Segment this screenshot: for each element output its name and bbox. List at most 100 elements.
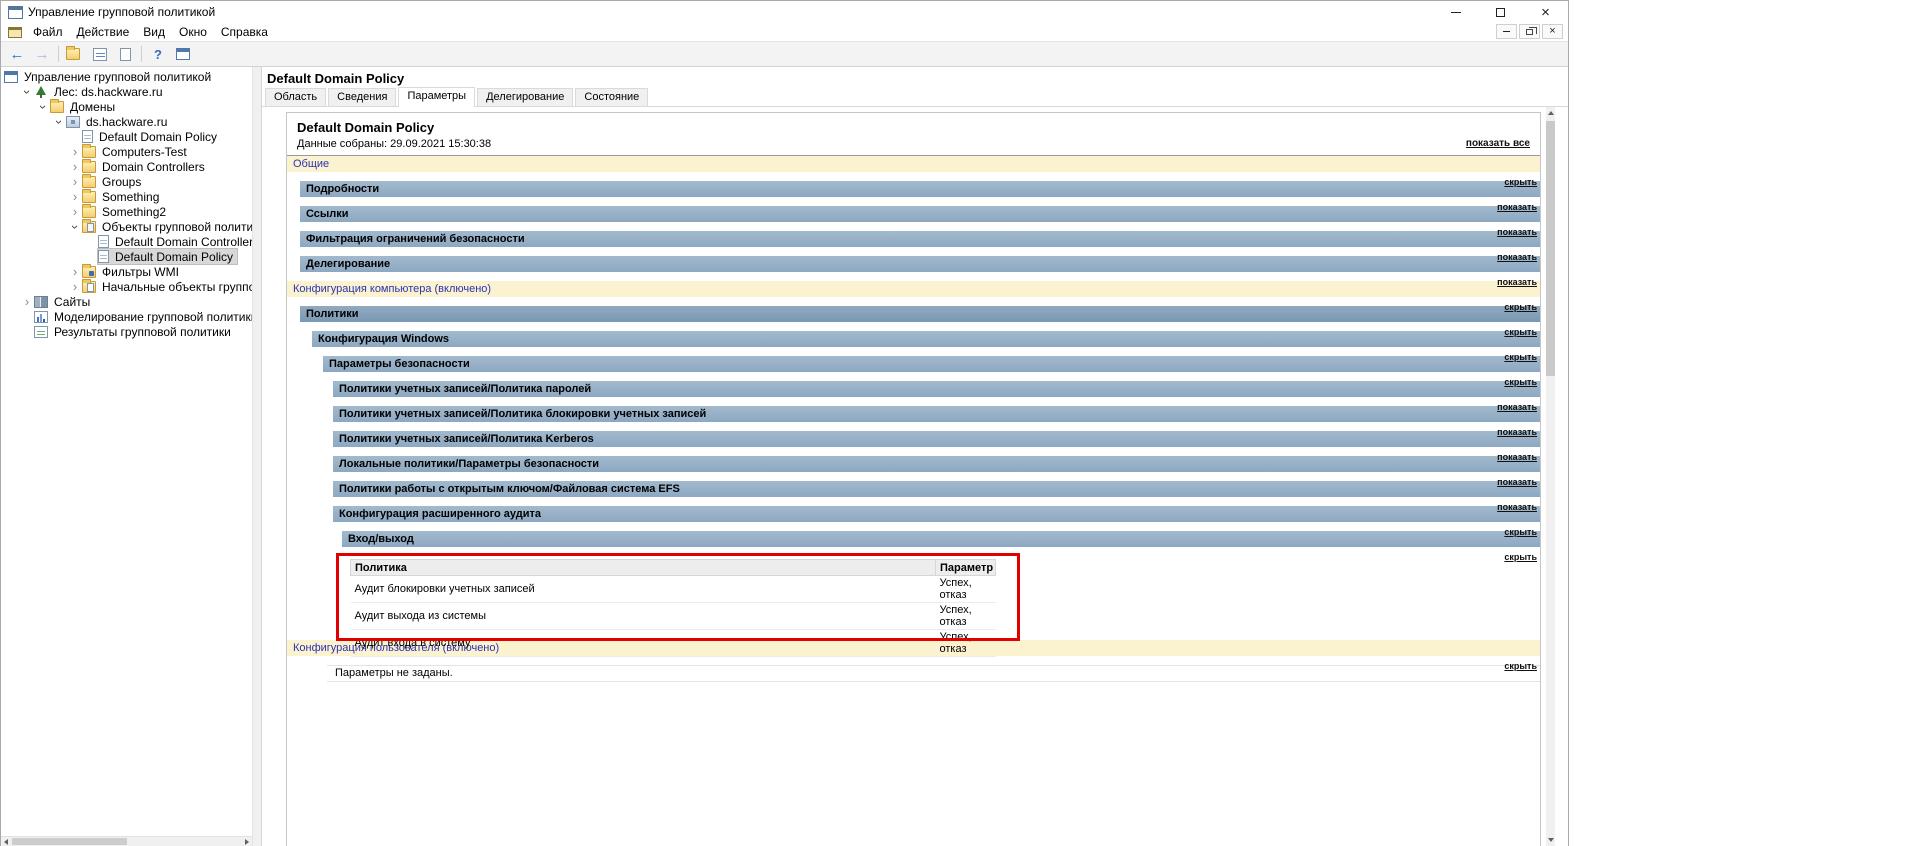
- chevron-collapsed-icon[interactable]: [68, 190, 82, 204]
- child-minimize-button[interactable]: [1496, 24, 1517, 39]
- minimize-button[interactable]: [1433, 1, 1478, 23]
- tree-item-starter-gpos[interactable]: Начальные объекты групповой поли: [1, 279, 252, 294]
- toggle-link[interactable]: скрыть: [1504, 177, 1537, 187]
- menu-item-window[interactable]: Окно: [172, 23, 214, 41]
- tree-item-results[interactable]: Результаты групповой политики: [1, 324, 252, 339]
- chevron-expanded-icon[interactable]: [52, 115, 66, 129]
- tree-horizontal-scrollbar[interactable]: [1, 836, 252, 846]
- tree-item-ou[interactable]: Something: [1, 189, 252, 204]
- show-all-link[interactable]: показать все: [1466, 137, 1530, 151]
- tree-item-label[interactable]: Моделирование групповой политики: [52, 310, 252, 324]
- tree-item-wmi-filters[interactable]: Фильтры WMI: [1, 264, 252, 279]
- tree-item-label[interactable]: Something2: [100, 205, 168, 219]
- tree-item-ou[interactable]: Something2: [1, 204, 252, 219]
- tree-item-gpo-container[interactable]: Объекты групповой политики: [1, 219, 252, 234]
- tree-item-label[interactable]: Computers-Test: [100, 145, 189, 159]
- tree-item-root[interactable]: Управление групповой политикой: [1, 69, 252, 84]
- tree-item-label[interactable]: Default Domain Policy: [113, 250, 235, 264]
- tree-item-forest[interactable]: Лес: ds.hackware.ru: [1, 84, 252, 99]
- scroll-left-icon[interactable]: [1, 837, 11, 846]
- scrollbar-thumb[interactable]: [1546, 121, 1555, 376]
- child-restore-button[interactable]: [1519, 24, 1540, 39]
- toggle-link[interactable]: скрыть: [1504, 527, 1537, 537]
- tree-item-modeling[interactable]: Моделирование групповой политики: [1, 309, 252, 324]
- tab-settings[interactable]: Параметры: [398, 87, 475, 106]
- tree-item-label[interactable]: Результаты групповой политики: [52, 325, 233, 339]
- tree-item-ou[interactable]: Domain Controllers: [1, 159, 252, 174]
- toggle-link[interactable]: показать: [1497, 277, 1537, 287]
- report-vertical-scrollbar[interactable]: [1546, 107, 1555, 846]
- tree-item-label[interactable]: Фильтры WMI: [100, 265, 181, 279]
- section-local-policies: Локальные политики/Параметры безопасност…: [333, 456, 1540, 472]
- menu-item-help[interactable]: Справка: [214, 23, 275, 41]
- document-icon[interactable]: [116, 45, 134, 63]
- back-icon[interactable]: [8, 45, 26, 63]
- toggle-link[interactable]: скрыть: [1504, 327, 1537, 337]
- chevron-collapsed-icon[interactable]: [68, 265, 82, 279]
- menu-item-file[interactable]: Файл: [26, 23, 70, 41]
- tab-scope[interactable]: Область: [265, 88, 326, 106]
- chevron-collapsed-icon[interactable]: [68, 145, 82, 159]
- toggle-link[interactable]: показать: [1497, 427, 1537, 437]
- menu-item-action[interactable]: Действие: [70, 23, 137, 41]
- chevron-collapsed-icon[interactable]: [68, 280, 82, 294]
- tree-item-label[interactable]: Groups: [100, 175, 143, 189]
- tree-item-label[interactable]: Сайты: [52, 295, 92, 309]
- chevron-expanded-icon[interactable]: [20, 85, 34, 99]
- tree-item-label[interactable]: Default Domain Controllers Policy: [113, 235, 252, 249]
- tree-item-label[interactable]: Something: [100, 190, 161, 204]
- forward-icon[interactable]: [33, 45, 51, 63]
- child-close-button[interactable]: ×: [1542, 24, 1563, 39]
- tree-item-domain[interactable]: ds.hackware.ru: [1, 114, 252, 129]
- toggle-link[interactable]: показать: [1497, 502, 1537, 512]
- chevron-expanded-icon[interactable]: [36, 100, 50, 114]
- toggle-link[interactable]: скрыть: [1504, 661, 1537, 671]
- toggle-link[interactable]: скрыть: [1504, 302, 1537, 312]
- chevron-collapsed-icon[interactable]: [68, 205, 82, 219]
- tree-item-label[interactable]: Объекты групповой политики: [100, 220, 252, 234]
- close-button[interactable]: ×: [1523, 1, 1568, 23]
- section-details: Подробности: [300, 181, 1540, 197]
- chevron-expanded-icon[interactable]: [68, 220, 82, 234]
- panel-splitter[interactable]: [252, 67, 261, 846]
- toggle-link[interactable]: скрыть: [1504, 377, 1537, 387]
- tab-details[interactable]: Сведения: [328, 88, 396, 106]
- menu-item-view[interactable]: Вид: [136, 23, 172, 41]
- scrollbar-thumb[interactable]: [12, 838, 127, 845]
- toggle-link[interactable]: показать: [1497, 227, 1537, 237]
- tree-item-label[interactable]: Лес: ds.hackware.ru: [52, 85, 165, 99]
- tab-status[interactable]: Состояние: [575, 88, 648, 106]
- scroll-down-icon[interactable]: [1546, 834, 1555, 846]
- tree-item-ou[interactable]: Computers-Test: [1, 144, 252, 159]
- scroll-right-icon[interactable]: [242, 837, 252, 846]
- toggle-link[interactable]: скрыть: [1504, 352, 1537, 362]
- console-window-icon[interactable]: [8, 27, 22, 38]
- tree-item-gpo-selected[interactable]: Default Domain Policy: [1, 249, 252, 264]
- tree-item-domains[interactable]: Домены: [1, 99, 252, 114]
- toggle-link[interactable]: показать: [1497, 252, 1537, 262]
- chevron-collapsed-icon[interactable]: [68, 160, 82, 174]
- tree-item-sites[interactable]: Сайты: [1, 294, 252, 309]
- tree-item-gpo-link[interactable]: Default Domain Policy: [1, 129, 252, 144]
- toggle-link[interactable]: показать: [1497, 202, 1537, 212]
- toggle-link[interactable]: показать: [1497, 452, 1537, 462]
- scroll-up-icon[interactable]: [1546, 107, 1555, 119]
- tree-item-label[interactable]: Domain Controllers: [100, 160, 207, 174]
- toggle-link[interactable]: показать: [1497, 477, 1537, 487]
- tree-item-ou[interactable]: Groups: [1, 174, 252, 189]
- toggle-link[interactable]: показать: [1497, 402, 1537, 412]
- maximize-button[interactable]: [1478, 1, 1523, 23]
- tree-item-gpo[interactable]: Default Domain Controllers Policy: [1, 234, 252, 249]
- tree-item-label[interactable]: Управление групповой политикой: [22, 70, 213, 84]
- chevron-collapsed-icon[interactable]: [20, 295, 34, 309]
- help-icon[interactable]: [149, 45, 167, 63]
- tree-item-label[interactable]: Default Domain Policy: [97, 130, 219, 144]
- tree-item-label[interactable]: Начальные объекты групповой поли: [100, 280, 252, 294]
- chevron-collapsed-icon[interactable]: [68, 175, 82, 189]
- console-tree-icon[interactable]: [66, 45, 84, 63]
- window-icon[interactable]: [174, 45, 192, 63]
- export-list-icon[interactable]: [91, 45, 109, 63]
- tree-item-label[interactable]: ds.hackware.ru: [84, 115, 169, 129]
- tree-item-label[interactable]: Домены: [68, 100, 117, 114]
- tab-delegation[interactable]: Делегирование: [477, 88, 573, 106]
